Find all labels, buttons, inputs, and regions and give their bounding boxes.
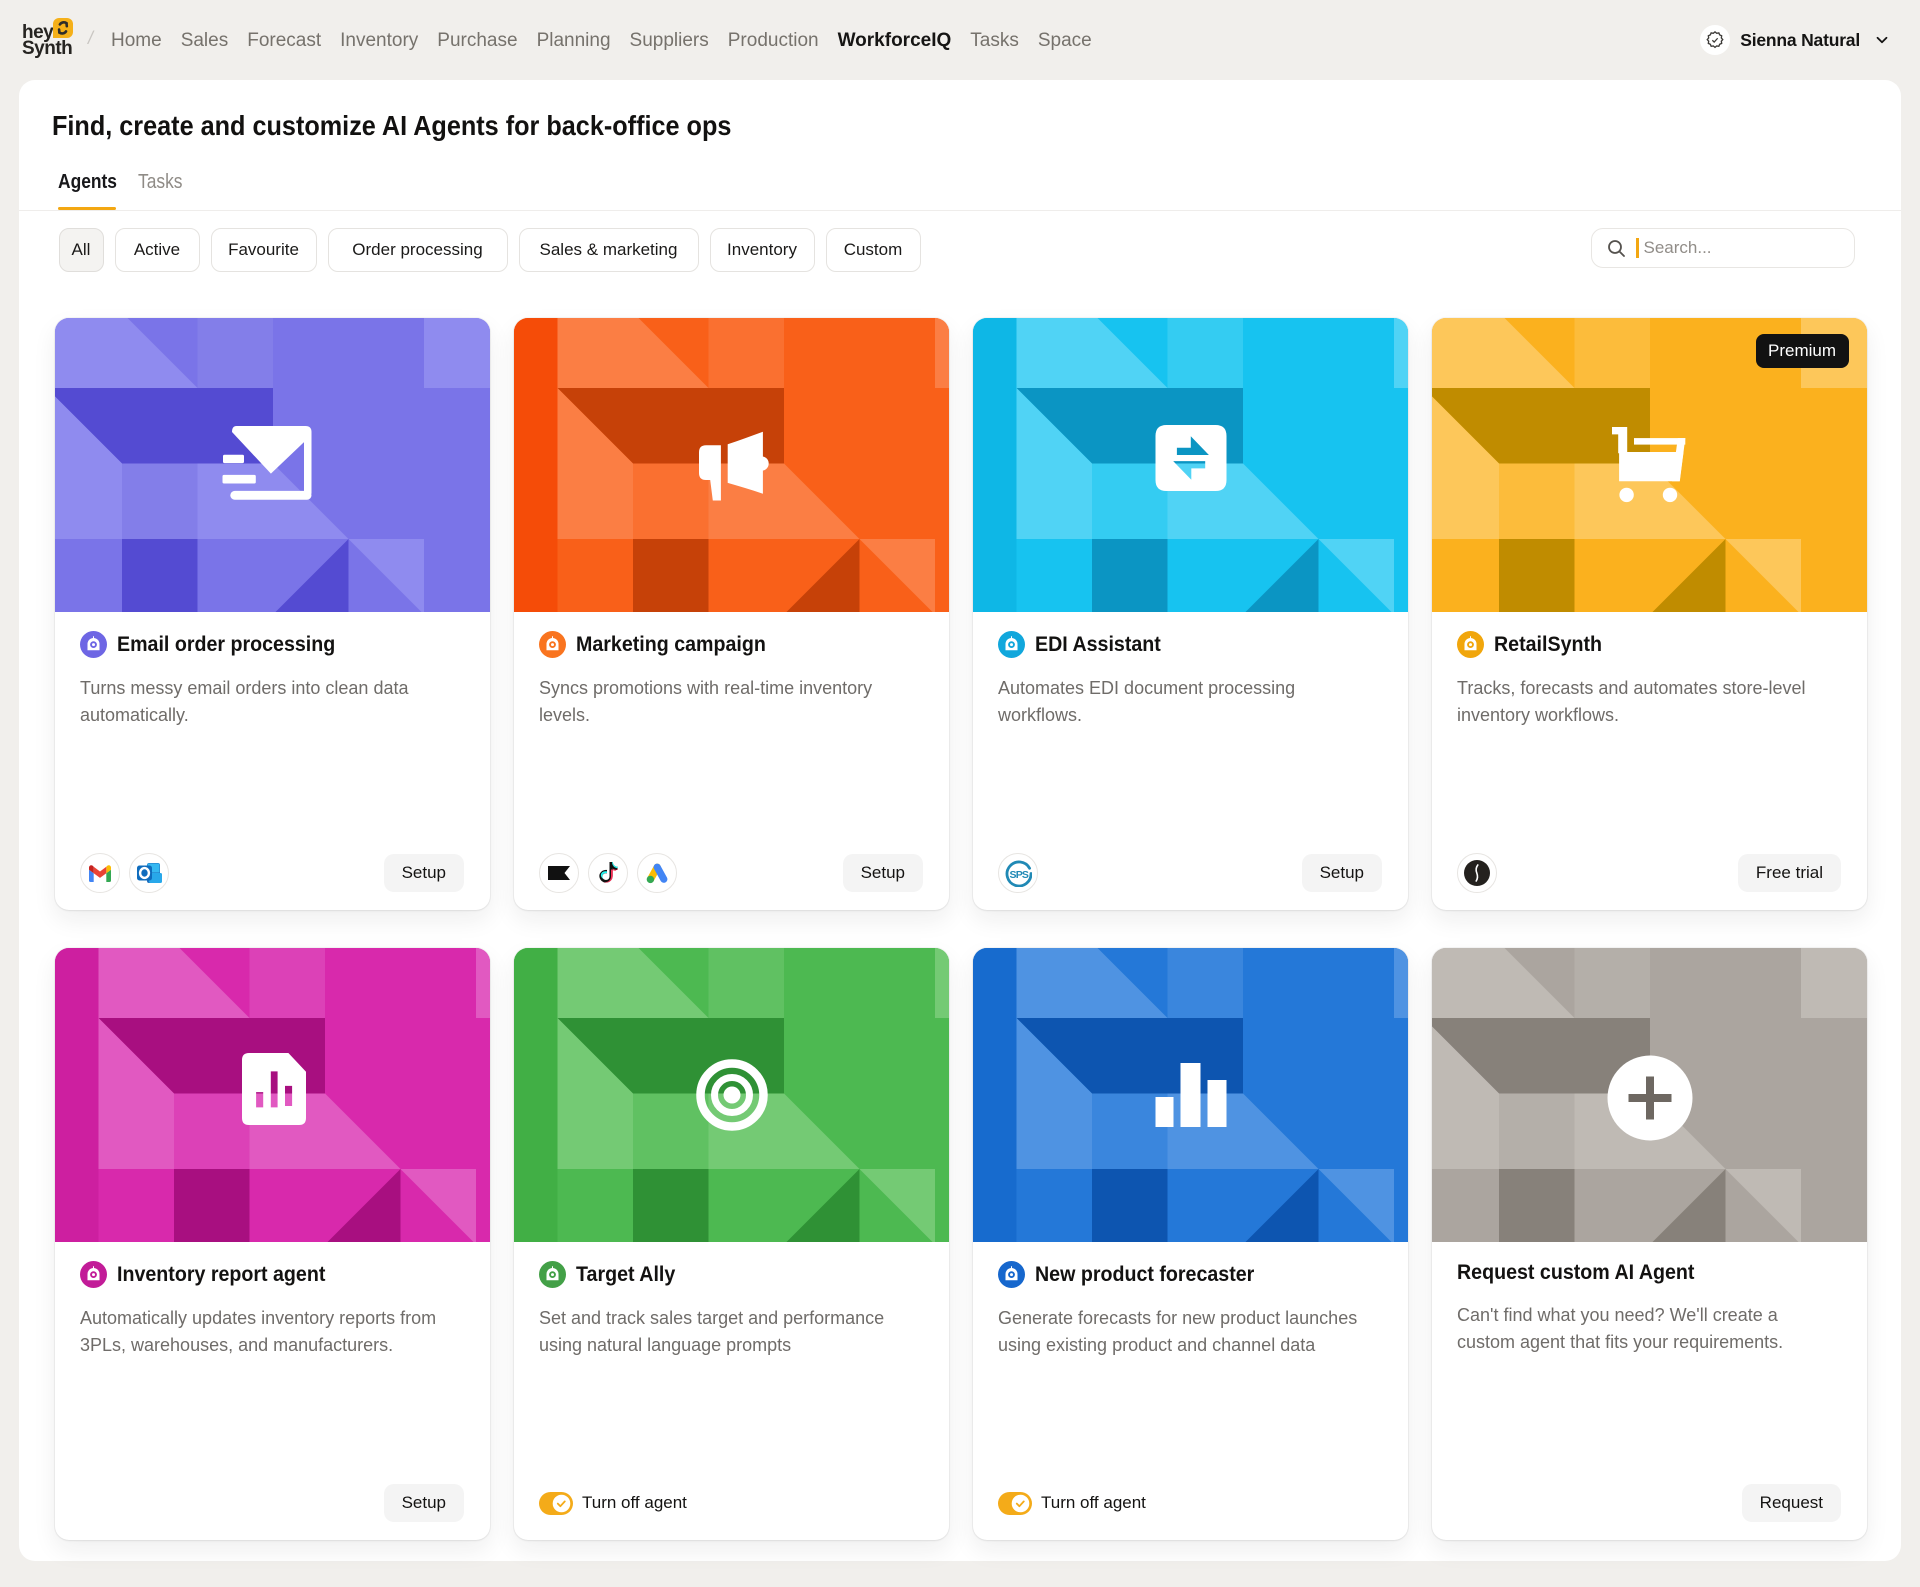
svg-text:SPS: SPS	[1009, 869, 1028, 881]
